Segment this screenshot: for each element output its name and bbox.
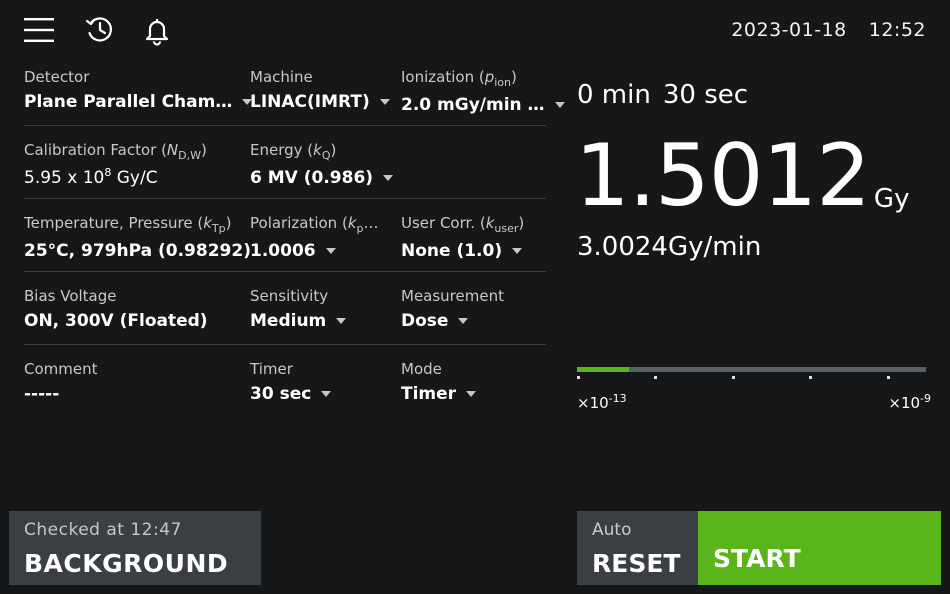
polarization-setting[interactable]: Polarization (kp… 1.0006 [250, 214, 380, 261]
mode-value: Timer [401, 384, 457, 404]
start-button[interactable]: START [698, 511, 941, 585]
detector-value: Plane Parallel Cham… [24, 92, 233, 112]
elapsed-timer: 0 min 30 sec [577, 80, 748, 110]
bias-label: Bias Voltage [24, 287, 117, 305]
date-text: 2023-01-18 [731, 19, 847, 41]
range-tick [732, 376, 735, 379]
energy-setting[interactable]: Energy (kQ) 6 MV (0.986) [250, 141, 394, 188]
start-label: START [713, 544, 801, 573]
background-button[interactable]: Checked at 12:47 BACKGROUND [9, 511, 261, 585]
ionization-label: Ionization (pion) [401, 68, 517, 89]
range-tick [809, 376, 812, 379]
row-divider [24, 125, 546, 126]
reset-auto-text: Auto [592, 520, 632, 540]
energy-value: 6 MV (0.986) [250, 168, 374, 188]
temperature-label: Temperature, Pressure (kTp) [24, 214, 232, 235]
sensitivity-value: Medium [250, 311, 327, 331]
measurement-setting[interactable]: Measurement Dose [401, 287, 551, 331]
history-icon[interactable] [84, 14, 116, 46]
dropdown-caret-icon [554, 102, 565, 108]
ionization-value: 2.0 mGy/min … [401, 95, 545, 115]
row-divider [24, 198, 546, 199]
timer-label: Timer [250, 360, 293, 378]
background-checked-text: Checked at 12:47 [24, 520, 182, 540]
datetime: 2023-01-18 12:52 [731, 19, 926, 41]
polarization-label: Polarization (kp… [250, 214, 379, 235]
dose-value: 1.5012 [575, 126, 871, 226]
reset-label: RESET [592, 549, 681, 578]
temperature-value: 25°C, 979hPa (0.98292) [24, 241, 251, 261]
timer-seconds: 30 sec [662, 80, 749, 110]
user-corr-value: None (1.0) [401, 241, 503, 261]
range-tick [577, 376, 580, 379]
timer-minutes: 0 min [577, 80, 651, 110]
menu-icon[interactable] [23, 14, 55, 46]
background-label: BACKGROUND [24, 549, 229, 578]
comment-value: ----- [24, 384, 60, 404]
machine-setting[interactable]: Machine LINAC(IMRT) [250, 68, 390, 112]
bias-value: ON, 300V (Floated) [24, 311, 208, 331]
dropdown-caret-icon [466, 391, 477, 397]
detector-label: Detector [24, 68, 90, 86]
comment-label: Comment [24, 360, 98, 378]
scale-max-label: ×10-9 [888, 392, 931, 412]
calibration-value: 5.95 x 10 8 Gy/C [24, 165, 158, 189]
mode-label: Mode [401, 360, 442, 378]
dropdown-caret-icon [321, 391, 332, 397]
user-corr-label: User Corr. (kuser) [401, 214, 525, 235]
row-divider [24, 344, 546, 345]
dropdown-caret-icon [383, 175, 394, 181]
dropdown-caret-icon [458, 318, 469, 324]
measurement-value: Dose [401, 311, 449, 331]
range-tick [654, 376, 657, 379]
polarization-value: 1.0006 [250, 241, 316, 261]
user-corr-setting[interactable]: User Corr. (kuser) None (1.0) [401, 214, 551, 261]
timer-setting[interactable]: Timer 30 sec [250, 360, 390, 404]
calibration-setting: Calibration Factor (ND,W) 5.95 x 10 8 Gy/… [24, 141, 239, 188]
temperature-setting[interactable]: Temperature, Pressure (kTp) 25°C, 979hPa… [24, 214, 251, 261]
comment-setting[interactable]: Comment ----- [24, 360, 239, 404]
time-text: 12:52 [868, 19, 926, 41]
dropdown-caret-icon [325, 248, 336, 254]
calibration-label: Calibration Factor (ND,W) [24, 141, 207, 162]
row-divider [24, 271, 546, 272]
range-bar [577, 367, 926, 372]
sensitivity-setting[interactable]: Sensitivity Medium [250, 287, 390, 331]
reset-button[interactable]: Auto RESET [577, 511, 698, 585]
dropdown-caret-icon [379, 99, 390, 105]
bias-setting[interactable]: Bias Voltage ON, 300V (Floated) [24, 287, 239, 331]
ionization-setting[interactable]: Ionization (pion) 2.0 mGy/min … [401, 68, 565, 115]
scale-min-label: ×10-13 [577, 392, 627, 412]
bell-icon[interactable] [141, 14, 173, 46]
energy-label: Energy (kQ) [250, 141, 337, 162]
measurement-label: Measurement [401, 287, 504, 305]
dose-unit: Gy [873, 184, 910, 214]
mode-setting[interactable]: Mode Timer [401, 360, 551, 404]
machine-label: Machine [250, 68, 313, 86]
dropdown-caret-icon [336, 318, 347, 324]
range-tick [887, 376, 890, 379]
sensitivity-label: Sensitivity [250, 287, 329, 305]
dose-readout: 1.5012 Gy [575, 128, 909, 224]
machine-value: LINAC(IMRT) [250, 92, 370, 112]
dose-rate: 3.0024Gy/min [577, 232, 762, 262]
timer-value: 30 sec [250, 384, 312, 404]
range-bar-fill [577, 367, 630, 372]
dropdown-caret-icon [512, 248, 523, 254]
detector-setting[interactable]: Detector Plane Parallel Cham… [24, 68, 253, 112]
